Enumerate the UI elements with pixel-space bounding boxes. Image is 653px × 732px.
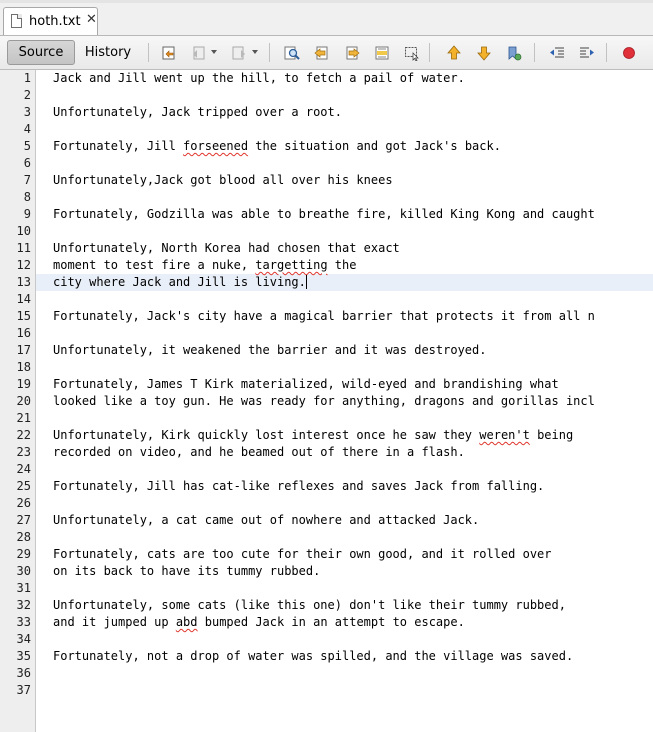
line-number: 32 [16,598,31,612]
editor-line[interactable]: Unfortunately, Jack tripped over a root. [53,104,342,121]
toggle-highlight-icon[interactable] [374,45,389,60]
editor-line[interactable]: Unfortunately,Jack got blood all over hi… [53,172,393,189]
previous-bookmark-icon[interactable] [446,45,461,60]
line-number: 34 [16,632,31,646]
forward-dropdown-icon[interactable] [252,50,258,54]
misspelled-word[interactable]: abd [176,615,198,629]
editor-line[interactable]: on its back to have its tummy rubbed. [53,563,320,580]
history-button[interactable]: History [78,40,138,65]
line-number: 28 [16,530,31,544]
line-number-gutter: 1 2 3 4 5 6 7 8 9 10 11 12 13 14 15 16 17 18 19 20 21 22 23 24 2… [0,70,36,732]
editor-text-area[interactable]: Jack and Jill went up the hill, to fetch… [36,70,653,732]
find-icon[interactable] [284,45,300,60]
line-number: 24 [16,462,31,476]
line-number: 10 [16,224,31,238]
line-number: 2 [23,88,31,102]
editor-line[interactable]: Unfortunately, Kirk quickly lost interes… [53,427,573,444]
line-number: 1 [23,71,31,85]
misspelled-word[interactable]: weren't [479,428,530,442]
editor-toolbar: Source History [0,36,653,70]
misspelled-word[interactable]: forseened [183,139,248,153]
editor-line[interactable]: Unfortunately, it weakened the barrier a… [53,342,486,359]
editor-line[interactable]: looked like a toy gun. He was ready for … [53,393,595,410]
line-number: 27 [16,513,31,527]
toolbar-separator [606,43,607,62]
line-number: 21 [16,411,31,425]
toolbar-separator [534,43,535,62]
line-number: 8 [23,190,31,204]
misspelled-word[interactable]: targetting [255,258,327,272]
document-tab[interactable]: hoth.txt ✕ [3,7,98,35]
back-dropdown-icon[interactable] [211,50,217,54]
line-number: 31 [16,581,31,595]
line-number: 15 [16,309,31,323]
find-previous-icon[interactable] [314,45,329,60]
line-number: 13 [16,275,31,289]
find-next-icon[interactable] [344,45,360,60]
record-macro-icon[interactable] [621,45,636,60]
editor-line[interactable]: recorded on video, and he beamed out of … [53,444,465,461]
line-number: 33 [16,615,31,629]
line-number: 30 [16,564,31,578]
toggle-bookmark-icon[interactable] [506,45,522,61]
editor-line[interactable]: Unfortunately, a cat came out of nowhere… [53,512,479,529]
editor-line[interactable]: Unfortunately, North Korea had chosen th… [53,240,400,257]
editor-line[interactable]: Fortunately, Jill has cat-like reflexes … [53,478,544,495]
line-number: 17 [16,343,31,357]
line-number: 6 [23,156,31,170]
line-number: 4 [23,122,31,136]
line-number: 35 [16,649,31,663]
line-number: 36 [16,666,31,680]
editor-line[interactable]: Fortunately, cats are too cute for their… [53,546,552,563]
back-icon[interactable] [191,45,206,60]
editor-line[interactable]: and it jumped up abd bumped Jack in an a… [53,614,465,631]
shift-left-icon[interactable] [549,45,564,60]
editor-line[interactable]: Fortunately, Jack's city have a magical … [53,308,595,325]
line-number: 18 [16,360,31,374]
shift-right-icon[interactable] [579,45,594,60]
line-number: 14 [16,292,31,306]
line-number: 29 [16,547,31,561]
line-number: 25 [16,479,31,493]
toolbar-separator [429,43,430,62]
toggle-rectangular-selection-icon[interactable] [404,45,419,61]
line-number: 3 [23,105,31,119]
text-file-icon [11,14,22,28]
line-number: 5 [23,139,31,153]
editor-line[interactable]: Fortunately, James T Kirk materialized, … [53,376,559,393]
line-number: 22 [16,428,31,442]
tab-filename: hoth.txt [29,14,81,29]
toolbar-separator [269,43,270,62]
line-number: 19 [16,377,31,391]
line-number: 16 [16,326,31,340]
line-number: 11 [16,241,31,255]
editor-line[interactable]: Unfortunately, some cats (like this one)… [53,597,566,614]
editor-tab-strip: hoth.txt ✕ [0,0,653,36]
tab-strip-top-band [0,0,653,3]
next-bookmark-icon[interactable] [476,45,491,61]
line-number: 23 [16,445,31,459]
editor-line[interactable]: Fortunately, Godzilla was able to breath… [53,206,595,223]
editor-line[interactable]: city where Jack and Jill is living. [53,274,307,291]
line-number: 37 [16,683,31,697]
last-edit-icon[interactable] [161,45,176,60]
line-number: 12 [16,258,31,272]
toolbar-separator [148,43,149,62]
line-number: 26 [16,496,31,510]
line-number: 20 [16,394,31,408]
close-tab-icon[interactable]: ✕ [86,12,97,27]
source-button[interactable]: Source [7,40,75,65]
forward-icon[interactable] [231,45,246,60]
editor-line[interactable]: moment to test fire a nuke, targetting t… [53,257,356,274]
editor-line[interactable]: Fortunately, Jill forseened the situatio… [53,138,501,155]
line-number: 9 [23,207,31,221]
editor-line[interactable]: Jack and Jill went up the hill, to fetch… [53,70,465,87]
line-number: 7 [23,173,31,187]
editor-line[interactable]: Fortunately, not a drop of water was spi… [53,648,573,665]
text-caret [305,275,307,289]
